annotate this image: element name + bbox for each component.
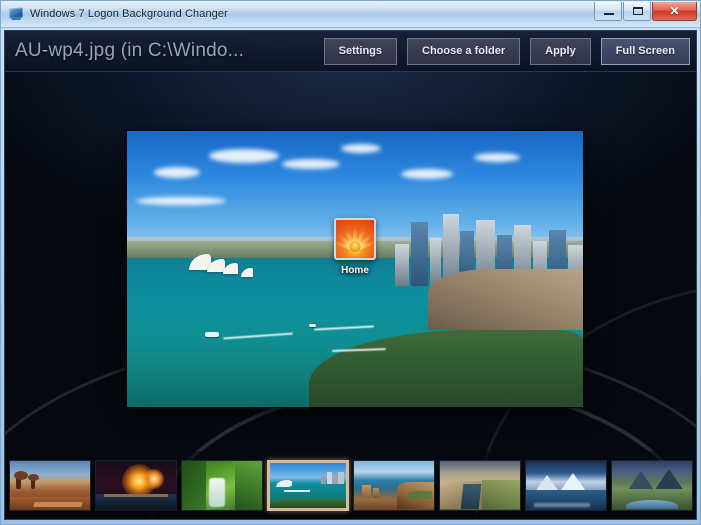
thumbnail-item-2[interactable] <box>95 459 177 511</box>
logon-preview-area: AU-wp4.jpg (in C:\Windo... Settings Choo… <box>4 30 697 520</box>
thumbnail-item-1[interactable] <box>9 459 91 511</box>
preview-quay <box>427 269 583 330</box>
toolbar: AU-wp4.jpg (in C:\Windo... Settings Choo… <box>5 31 696 72</box>
title-bar[interactable]: Windows 7 Logon Background Changer ✕ <box>1 1 700 28</box>
full-screen-button[interactable]: Full Screen <box>600 37 690 65</box>
maximize-button[interactable] <box>623 2 651 21</box>
thumbnail-item-3[interactable] <box>181 459 263 511</box>
maximize-icon <box>633 7 643 15</box>
choose-folder-button[interactable]: Choose a folder <box>407 37 521 65</box>
close-button[interactable]: ✕ <box>652 2 697 21</box>
thumbnail-item-5[interactable] <box>353 459 435 511</box>
thumbnail-item-4-selected[interactable] <box>267 459 349 511</box>
preview-boat <box>309 324 317 328</box>
orange-flower-icon <box>334 217 376 260</box>
application-window: Windows 7 Logon Background Changer ✕ AU-… <box>0 0 701 525</box>
wallpaper-preview[interactable]: Home <box>127 131 583 407</box>
monitor-icon <box>8 6 24 22</box>
thumbnail-filmstrip[interactable] <box>5 451 696 519</box>
user-tile[interactable]: Home <box>334 217 376 276</box>
user-name-label: Home <box>341 264 369 276</box>
apply-button[interactable]: Apply <box>530 37 591 65</box>
minimize-button[interactable] <box>594 2 622 21</box>
current-file-label: AU-wp4.jpg (in C:\Windo... <box>15 40 245 61</box>
thumbnail-item-6[interactable] <box>439 459 521 511</box>
window-controls: ✕ <box>593 2 697 21</box>
minimize-icon <box>604 13 614 15</box>
thumbnail-item-7[interactable] <box>525 459 607 511</box>
close-icon: ✕ <box>669 4 680 18</box>
preview-ferry <box>204 332 219 338</box>
window-title: Windows 7 Logon Background Changer <box>30 8 228 20</box>
thumbnail-item-8[interactable] <box>611 459 693 511</box>
settings-button[interactable]: Settings <box>323 37 398 65</box>
